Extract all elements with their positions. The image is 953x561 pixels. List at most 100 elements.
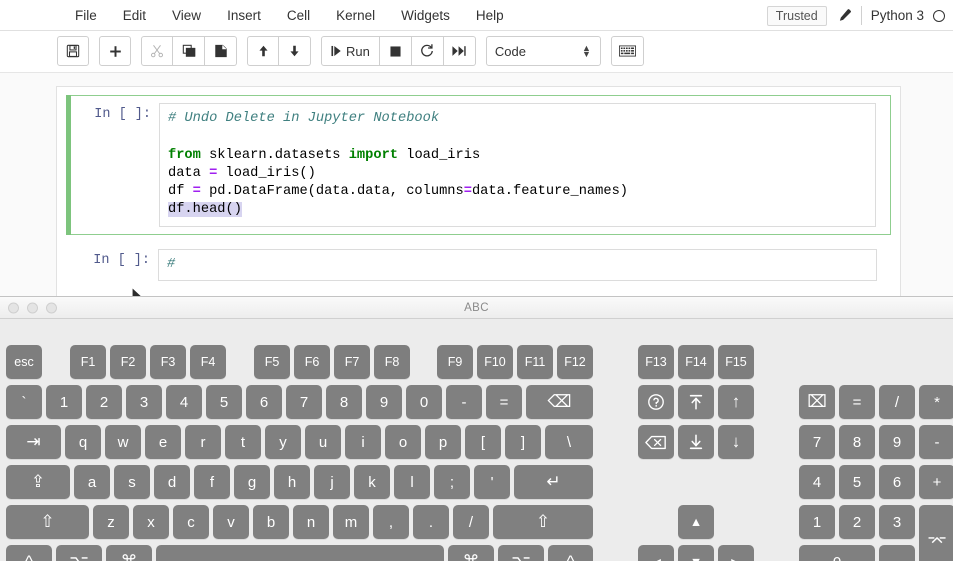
key-3[interactable]: 3 xyxy=(126,385,162,419)
key-o[interactable]: o xyxy=(385,425,421,459)
trusted-badge[interactable]: Trusted xyxy=(766,5,827,26)
key-b[interactable]: b xyxy=(253,505,289,539)
key-forward-delete[interactable] xyxy=(638,425,674,459)
key-delete[interactable]: ⌫ xyxy=(526,385,593,419)
key-quote[interactable]: ' xyxy=(474,465,510,499)
key-esc[interactable]: esc xyxy=(6,345,42,379)
cut-cell-button[interactable] xyxy=(141,36,173,66)
menu-widgets[interactable]: Widgets xyxy=(388,0,463,31)
key-numpad-equals[interactable]: = xyxy=(839,385,875,419)
key-f14[interactable]: F14 xyxy=(678,345,714,379)
key-comma[interactable]: , xyxy=(373,505,409,539)
key-numpad-0[interactable]: 0 xyxy=(799,545,875,561)
key-f8[interactable]: F8 xyxy=(374,345,410,379)
key-l[interactable]: l xyxy=(394,465,430,499)
insert-cell-below-button[interactable] xyxy=(99,36,131,66)
key-v[interactable]: v xyxy=(213,505,249,539)
key-page-down[interactable] xyxy=(678,425,714,459)
key-q[interactable]: q xyxy=(65,425,101,459)
key-capslock[interactable]: ⇪ xyxy=(6,465,70,499)
key-numpad-2[interactable]: 2 xyxy=(839,505,875,539)
key-backslash[interactable]: \ xyxy=(545,425,593,459)
menu-kernel[interactable]: Kernel xyxy=(323,0,388,31)
key-4[interactable]: 4 xyxy=(166,385,202,419)
key-command-left[interactable]: ⌘ xyxy=(106,545,152,561)
code-cell-2[interactable]: In [ ]: # xyxy=(66,242,891,288)
key-equals[interactable]: = xyxy=(486,385,522,419)
key-u[interactable]: u xyxy=(305,425,341,459)
code-editor-2[interactable]: # xyxy=(158,248,877,282)
restart-kernel-button[interactable] xyxy=(411,36,444,66)
restart-run-all-button[interactable] xyxy=(443,36,476,66)
key-semicolon[interactable]: ; xyxy=(434,465,470,499)
key-8[interactable]: 8 xyxy=(326,385,362,419)
key-i[interactable]: i xyxy=(345,425,381,459)
key-g[interactable]: g xyxy=(234,465,270,499)
command-palette-button[interactable] xyxy=(610,36,644,66)
key-f4[interactable]: F4 xyxy=(190,345,226,379)
key-numpad-enter[interactable]: ⌤ xyxy=(919,505,953,561)
menu-file[interactable]: File xyxy=(62,0,110,31)
key-numpad-8[interactable]: 8 xyxy=(839,425,875,459)
key-5[interactable]: 5 xyxy=(206,385,242,419)
code-editor-1[interactable]: # Undo Delete in Jupyter Notebook from s… xyxy=(159,103,876,227)
minimize-button[interactable] xyxy=(27,302,38,313)
save-button[interactable] xyxy=(57,36,89,66)
key-help[interactable] xyxy=(638,385,674,419)
key-f7[interactable]: F7 xyxy=(334,345,370,379)
interrupt-kernel-button[interactable] xyxy=(379,36,412,66)
key-f9[interactable]: F9 xyxy=(437,345,473,379)
key-0[interactable]: 0 xyxy=(406,385,442,419)
key-k[interactable]: k xyxy=(354,465,390,499)
key-w[interactable]: w xyxy=(105,425,141,459)
menu-view[interactable]: View xyxy=(159,0,214,31)
key-t[interactable]: t xyxy=(225,425,261,459)
key-f3[interactable]: F3 xyxy=(150,345,186,379)
key-e[interactable]: e xyxy=(145,425,181,459)
cell-type-select[interactable]: Code ▲ ▼ xyxy=(485,36,601,66)
key-numpad-clear[interactable]: ⌧ xyxy=(799,385,835,419)
key-numpad-divide[interactable]: / xyxy=(879,385,915,419)
key-return[interactable]: ↵ xyxy=(514,465,593,499)
key-bracket-left[interactable]: [ xyxy=(465,425,501,459)
key-2[interactable]: 2 xyxy=(86,385,122,419)
paste-cell-button[interactable] xyxy=(205,36,237,66)
copy-cell-button[interactable] xyxy=(173,36,205,66)
key-f6[interactable]: F6 xyxy=(294,345,330,379)
key-c[interactable]: c xyxy=(173,505,209,539)
key-space[interactable] xyxy=(156,545,444,561)
key-control-left[interactable]: ^ xyxy=(6,545,52,561)
menu-insert[interactable]: Insert xyxy=(214,0,274,31)
key-f11[interactable]: F11 xyxy=(517,345,553,379)
key-option-left[interactable]: ⌥ xyxy=(56,545,102,561)
menu-help[interactable]: Help xyxy=(463,0,517,31)
key-numpad-3[interactable]: 3 xyxy=(879,505,915,539)
key-page-up[interactable] xyxy=(678,385,714,419)
key-minus[interactable]: - xyxy=(446,385,482,419)
key-shift-left[interactable]: ⇧ xyxy=(6,505,89,539)
key-f10[interactable]: F10 xyxy=(477,345,513,379)
key-f1[interactable]: F1 xyxy=(70,345,106,379)
key-f5[interactable]: F5 xyxy=(254,345,290,379)
key-numpad-period[interactable]: . xyxy=(879,545,915,561)
move-cell-down-button[interactable] xyxy=(279,36,311,66)
key-arrow-down-nav[interactable]: ↓ xyxy=(718,425,754,459)
run-cell-button[interactable]: Run xyxy=(321,36,380,66)
key-9[interactable]: 9 xyxy=(366,385,402,419)
key-y[interactable]: y xyxy=(265,425,301,459)
code-cell-1[interactable]: In [ ]: # Undo Delete in Jupyter Noteboo… xyxy=(66,95,891,235)
pencil-icon[interactable] xyxy=(836,8,852,24)
key-numpad-multiply[interactable]: * xyxy=(919,385,953,419)
key-a[interactable]: a xyxy=(74,465,110,499)
key-arrow-left[interactable]: ◀ xyxy=(638,545,674,561)
key-s[interactable]: s xyxy=(114,465,150,499)
key-numpad-5[interactable]: 5 xyxy=(839,465,875,499)
key-z[interactable]: z xyxy=(93,505,129,539)
key-period[interactable]: . xyxy=(413,505,449,539)
menu-edit[interactable]: Edit xyxy=(110,0,159,31)
key-bracket-right[interactable]: ] xyxy=(505,425,541,459)
key-d[interactable]: d xyxy=(154,465,190,499)
key-arrow-up-nav[interactable]: ↑ xyxy=(718,385,754,419)
key-numpad-6[interactable]: 6 xyxy=(879,465,915,499)
key-control-right[interactable]: ^ xyxy=(548,545,593,561)
